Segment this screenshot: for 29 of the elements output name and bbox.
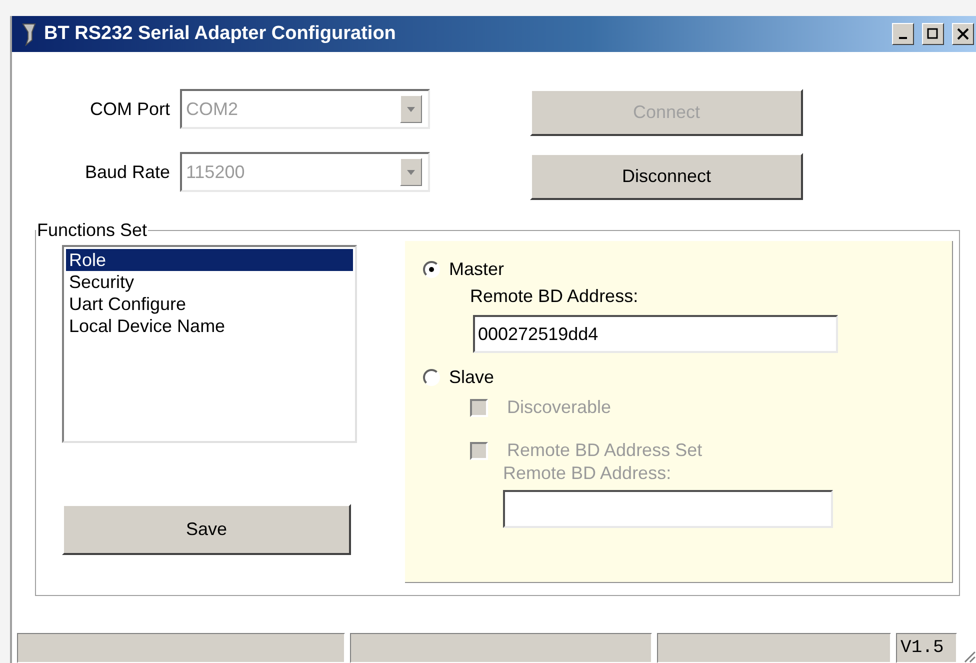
field-label: Baud Rate [84,162,170,182]
radio-button[interactable] [423,369,440,386]
version-panel: V1.5 [896,633,958,663]
group-title: Functions Set [36,220,148,241]
field-label: COM Port [88,98,170,120]
list-item[interactable]: Role [66,249,353,271]
save-button[interactable]: Save [62,504,351,555]
close-icon [957,28,969,40]
minimize-icon [899,37,907,39]
field-label: Remote BD Address: [470,286,638,306]
list-item[interactable]: Local Device Name [66,315,353,337]
close-button[interactable] [952,23,974,45]
radio-label: Master [449,259,504,280]
list-item[interactable]: Uart Configure [66,293,353,315]
checkbox-label: Remote BD Address Set [507,440,702,461]
window-title: BT RS232 Serial Adapter Configuration [44,23,397,45]
plug-icon [20,22,38,46]
radio-label: Slave [449,367,494,388]
disconnect-button[interactable]: Disconnect [530,153,803,200]
resize-grip-icon[interactable] [962,649,976,663]
function-list[interactable]: Role Security Uart Configure Local Device Name [62,245,357,443]
maximize-button[interactable] [922,23,944,45]
minimize-button[interactable] [892,23,914,45]
maximize-icon [927,28,939,40]
radio-button[interactable] [423,261,440,278]
address-field[interactable]: 000272519dd4 [473,315,838,353]
list-item[interactable]: Security [66,271,353,293]
field-label: Remote BD Address: [503,463,672,483]
checkbox-label: Discoverable [507,397,612,418]
